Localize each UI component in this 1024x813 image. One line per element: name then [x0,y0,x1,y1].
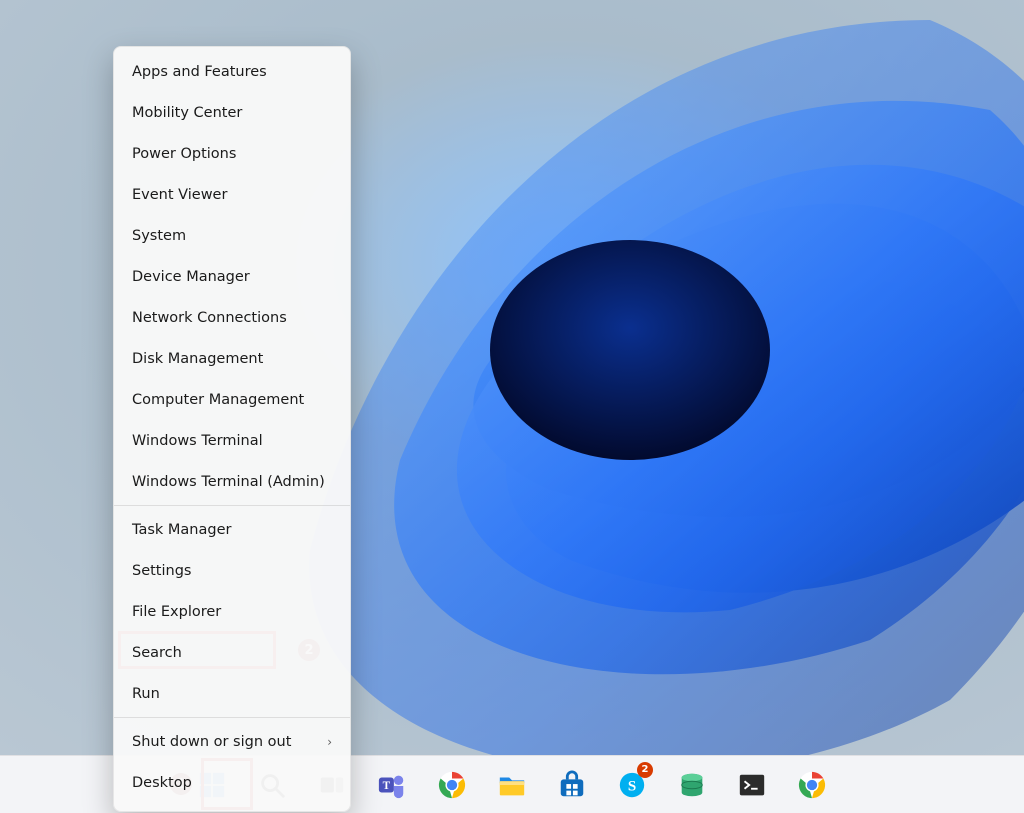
ctx-item-settings[interactable]: Settings [114,550,350,591]
ctx-item-label: Device Manager [132,269,250,285]
ctx-item-label: Apps and Features [132,64,267,80]
ctx-item-system[interactable]: System [114,215,350,256]
svg-text:S: S [628,778,636,794]
chrome-icon [437,770,467,800]
ctx-item-label: Windows Terminal [132,433,263,449]
taskbar-teams[interactable]: T [369,762,415,808]
taskbar-store[interactable] [549,762,595,808]
ctx-item-label: Disk Management [132,351,263,367]
ctx-item-label: Task Manager [132,522,231,538]
taskbar-file-explorer[interactable] [489,762,535,808]
ctx-item-power-options[interactable]: Power Options [114,133,350,174]
winx-context-menu: Apps and Features Mobility Center Power Op… [113,46,351,812]
ctx-item-windows-terminal-admin[interactable]: Windows Terminal (Admin) [114,461,350,502]
ctx-item-task-manager[interactable]: Task Manager [114,509,350,550]
store-icon [557,770,587,800]
ctx-item-disk-management[interactable]: Disk Management [114,338,350,379]
ctx-item-label: Shut down or sign out [132,734,291,750]
teams-icon: T [377,770,407,800]
ctx-item-windows-terminal[interactable]: Windows Terminal [114,420,350,461]
ctx-item-event-viewer[interactable]: Event Viewer [114,174,350,215]
ctx-item-label: Desktop [132,775,192,791]
ctx-item-label: File Explorer [132,604,221,620]
ctx-item-label: System [132,228,186,244]
ctx-item-label: Computer Management [132,392,304,408]
svg-text:T: T [383,779,391,791]
ctx-item-file-explorer[interactable]: File Explorer [114,591,350,632]
ctx-item-device-manager[interactable]: Device Manager [114,256,350,297]
chevron-right-icon: › [327,735,332,749]
ctx-item-label: Network Connections [132,310,287,326]
ctx-item-mobility-center[interactable]: Mobility Center [114,92,350,133]
ctx-item-label: Search [132,645,182,661]
ctx-item-shut-down[interactable]: Shut down or sign out › [114,721,350,762]
sql-server-icon [677,770,707,800]
taskbar-terminal[interactable] [729,762,775,808]
ctx-item-network-connections[interactable]: Network Connections [114,297,350,338]
ctx-item-label: Windows Terminal (Admin) [132,474,325,490]
taskbar-chrome-2[interactable] [789,762,835,808]
file-explorer-icon [497,770,527,800]
context-menu-separator [114,717,350,718]
ctx-item-computer-management[interactable]: Computer Management [114,379,350,420]
terminal-icon [737,770,767,800]
taskbar-chrome[interactable] [429,762,475,808]
taskbar-skype[interactable]: S2 [609,762,655,808]
ctx-item-desktop[interactable]: Desktop [114,762,350,803]
ctx-item-run[interactable]: Run [114,673,350,714]
ctx-item-label: Mobility Center [132,105,242,121]
ctx-item-apps-and-features[interactable]: Apps and Features [114,51,350,92]
taskbar-sql-server[interactable] [669,762,715,808]
ctx-item-label: Settings [132,563,191,579]
ctx-item-label: Power Options [132,146,236,162]
ctx-item-label: Run [132,686,160,702]
chrome-icon [797,770,827,800]
ctx-item-label: Event Viewer [132,187,227,203]
context-menu-separator [114,505,350,506]
ctx-item-search[interactable]: Search [114,632,350,673]
notification-badge: 2 [637,762,653,778]
